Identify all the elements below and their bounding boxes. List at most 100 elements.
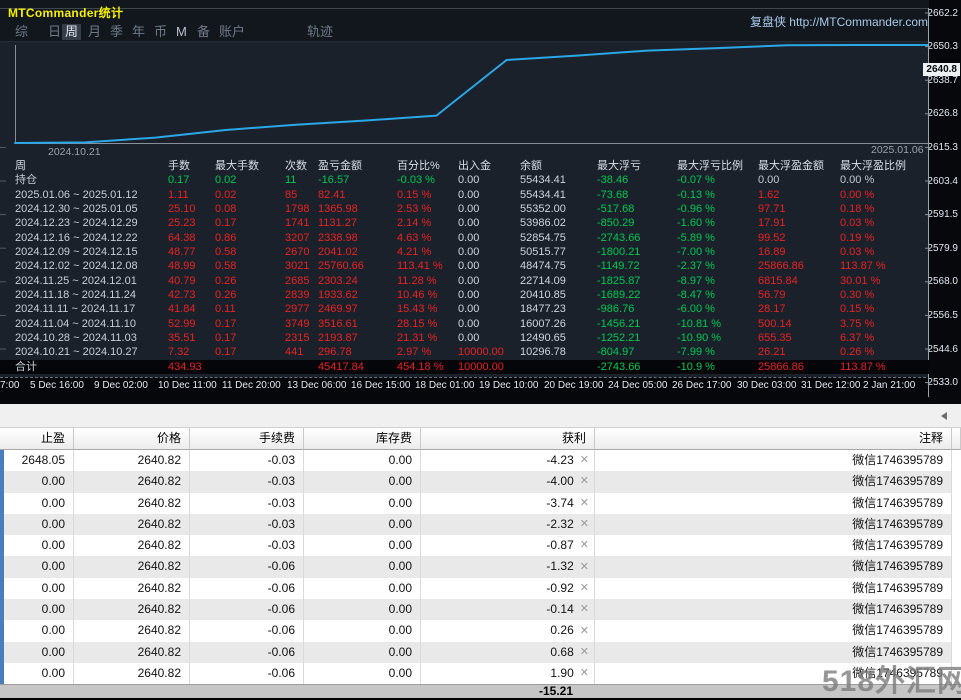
stats-row[interactable]: 2024.11.04 ~ 2024.11.1052.990.1737493516… [0, 317, 929, 331]
close-icon[interactable]: ✕ [580, 498, 589, 509]
stats-header-cell[interactable]: 百分比% [397, 159, 458, 173]
stats-row[interactable]: 合计434.9345417.84454.18 %10000.00-2743.66… [0, 360, 929, 374]
stats-row[interactable]: 2024.11.25 ~ 2024.12.0140.790.2626852303… [0, 274, 929, 288]
time-axis-label: 20 Dec 19:00 [544, 380, 604, 391]
close-icon[interactable]: ✕ [580, 626, 589, 637]
cell-value: 40.79 [168, 274, 215, 288]
profit-value: -0.87 [546, 535, 573, 556]
menu-item-账户[interactable]: 账户 [219, 24, 245, 40]
close-icon[interactable]: ✕ [580, 519, 589, 530]
cell-value: 48.77 [168, 245, 215, 259]
trade-row[interactable]: 0.002640.82-0.060.00-0.14✕微信1746395789 [0, 599, 961, 620]
menu-item-月[interactable]: 月 [88, 24, 101, 40]
cell-value: -7.99 % [677, 345, 758, 359]
stats-header-cell[interactable]: 最大手数 [215, 159, 285, 173]
menu-item-M[interactable]: M [176, 24, 187, 40]
header-cell-注释[interactable]: 注释 [595, 428, 952, 450]
cell-price: 2640.82 [74, 493, 190, 514]
cell-value: 82.41 [318, 188, 397, 202]
header-cell-手续费[interactable]: 手续费 [190, 428, 304, 450]
stats-row[interactable]: 2024.12.23 ~ 2024.12.2925.230.1717411131… [0, 216, 929, 230]
header-cell-止盈[interactable]: 止盈 [0, 428, 74, 450]
menu-item-备[interactable]: 备 [197, 24, 210, 40]
menu-item-综[interactable]: 综 [15, 24, 28, 40]
cell-value: 21.31 % [397, 331, 458, 345]
stats-header-cell[interactable]: 盈亏金额 [318, 159, 397, 173]
stats-header-cell[interactable]: 最大浮亏 [597, 159, 677, 173]
menu-item-日[interactable]: 日 [48, 24, 61, 40]
stats-row[interactable]: 2024.10.21 ~ 2024.10.277.320.17441296.78… [0, 345, 929, 359]
cell-value: 28.17 [758, 302, 840, 316]
cell-value: 7.32 [168, 345, 215, 359]
cell-value: 454.18 % [397, 360, 458, 374]
menu-item-年[interactable]: 年 [132, 24, 145, 40]
trade-row[interactable]: 0.002640.82-0.030.00-4.00✕微信1746395789 [0, 471, 961, 492]
cell-value: 25.23 [168, 216, 215, 230]
stats-row[interactable]: 2024.12.02 ~ 2024.12.0848.990.5830212576… [0, 259, 929, 273]
stats-row[interactable]: 2024.12.09 ~ 2024.12.1548.770.5826702041… [0, 245, 929, 259]
cell-value: -16.57 [318, 173, 397, 187]
close-icon[interactable]: ✕ [580, 540, 589, 551]
trade-row[interactable]: 0.002640.82-0.060.000.68✕微信1746395789 [0, 642, 961, 663]
menu-item-季[interactable]: 季 [110, 24, 123, 40]
stats-header-cell[interactable]: 出入金 [458, 159, 520, 173]
stats-row[interactable]: 2024.11.11 ~ 2024.11.1741.840.1129772469… [0, 302, 929, 316]
close-icon[interactable]: ✕ [580, 647, 589, 658]
header-cell-价格[interactable]: 价格 [74, 428, 190, 450]
cell-value: 2.53 % [397, 202, 458, 216]
menu-item-周[interactable]: 周 [62, 24, 81, 40]
close-icon[interactable]: ✕ [580, 604, 589, 615]
stats-header-cell[interactable]: 手数 [168, 159, 215, 173]
cell-swap: 0.00 [304, 663, 421, 684]
stats-row[interactable]: 持仓0.170.0211-16.57-0.03 %0.0055434.41-38… [0, 173, 929, 187]
brand-link[interactable]: 复盘侠 http://MTCommander.com [750, 13, 928, 30]
cell-period: 2024.12.02 ~ 2024.12.08 [15, 259, 168, 273]
menu-item-轨迹[interactable]: 轨迹 [307, 24, 333, 40]
trade-row[interactable]: 0.002640.82-0.060.000.26✕微信1746395789 [0, 620, 961, 641]
close-icon[interactable]: ✕ [580, 455, 589, 466]
close-icon[interactable]: ✕ [580, 583, 589, 594]
trade-row[interactable]: 0.002640.82-0.060.00-0.92✕微信1746395789 [0, 578, 961, 599]
stats-row[interactable]: 2024.12.30 ~ 2025.01.0525.100.0817981365… [0, 202, 929, 216]
price-label: 2662.2 [927, 8, 958, 19]
stats-row[interactable]: 2025.01.06 ~ 2025.01.121.110.028582.410.… [0, 188, 929, 202]
trades-header-row: 止盈价格手续费库存费获利注释 [0, 428, 961, 450]
close-icon[interactable]: ✕ [580, 668, 589, 679]
stats-header-cell[interactable]: 最大浮盈比例 [840, 159, 929, 173]
close-icon[interactable]: ✕ [580, 476, 589, 487]
hscroll-band[interactable] [0, 404, 961, 428]
stats-header-cell[interactable]: 余额 [520, 159, 597, 173]
cell-value: 0.86 [215, 231, 285, 245]
trade-row[interactable]: 0.002640.82-0.030.00-3.74✕微信1746395789 [0, 493, 961, 514]
cell-profit: -3.74✕ [421, 493, 595, 514]
cell-value: -1252.21 [597, 331, 677, 345]
stats-header-cell[interactable]: 最大浮盈金额 [758, 159, 840, 173]
header-cell-库存费[interactable]: 库存费 [304, 428, 421, 450]
trades-rows: 2648.052640.82-0.030.00-4.23✕微信174639578… [0, 450, 961, 684]
stats-row[interactable]: 2024.12.16 ~ 2024.12.2264.380.8632072338… [0, 231, 929, 245]
stats-header-cell[interactable]: 次数 [285, 159, 318, 173]
trade-row[interactable]: 0.002640.82-0.060.001.90✕微信1746395789 [0, 663, 961, 684]
header-cell-获利[interactable]: 获利 [421, 428, 595, 450]
cell-value: 296.78 [318, 345, 397, 359]
stats-row[interactable]: 2024.11.18 ~ 2024.11.2442.730.2628391933… [0, 288, 929, 302]
stats-row[interactable]: 2024.10.28 ~ 2024.11.0335.510.1723152193… [0, 331, 929, 345]
trade-row[interactable]: 2648.052640.82-0.030.00-4.23✕微信174639578… [0, 450, 961, 471]
cell-value: 0.00 [458, 288, 520, 302]
time-axis-label: 9 Dec 02:00 [94, 380, 148, 391]
trade-row[interactable]: 0.002640.82-0.030.00-0.87✕微信1746395789 [0, 535, 961, 556]
time-axis-label: 19 Dec 10:00 [479, 380, 539, 391]
cell-value: 1741 [285, 216, 318, 230]
menu-item-币[interactable]: 币 [154, 24, 167, 40]
cell-value: 10000.00 [458, 345, 520, 359]
trades-footer: -15.21 [0, 684, 961, 698]
stats-header-cell[interactable]: 最大浮亏比例 [677, 159, 758, 173]
trade-row[interactable]: 0.002640.82-0.030.00-2.32✕微信1746395789 [0, 514, 961, 535]
close-icon[interactable]: ✕ [580, 562, 589, 573]
stats-header-cell[interactable]: 周 [15, 159, 168, 173]
trade-row[interactable]: 0.002640.82-0.060.00-1.32✕微信1746395789 [0, 556, 961, 577]
cell-commission: -0.06 [190, 642, 304, 663]
cell-value: 4.21 % [397, 245, 458, 259]
scroll-left-arrow-icon[interactable] [941, 412, 947, 420]
profit-value: -0.92 [546, 578, 573, 599]
